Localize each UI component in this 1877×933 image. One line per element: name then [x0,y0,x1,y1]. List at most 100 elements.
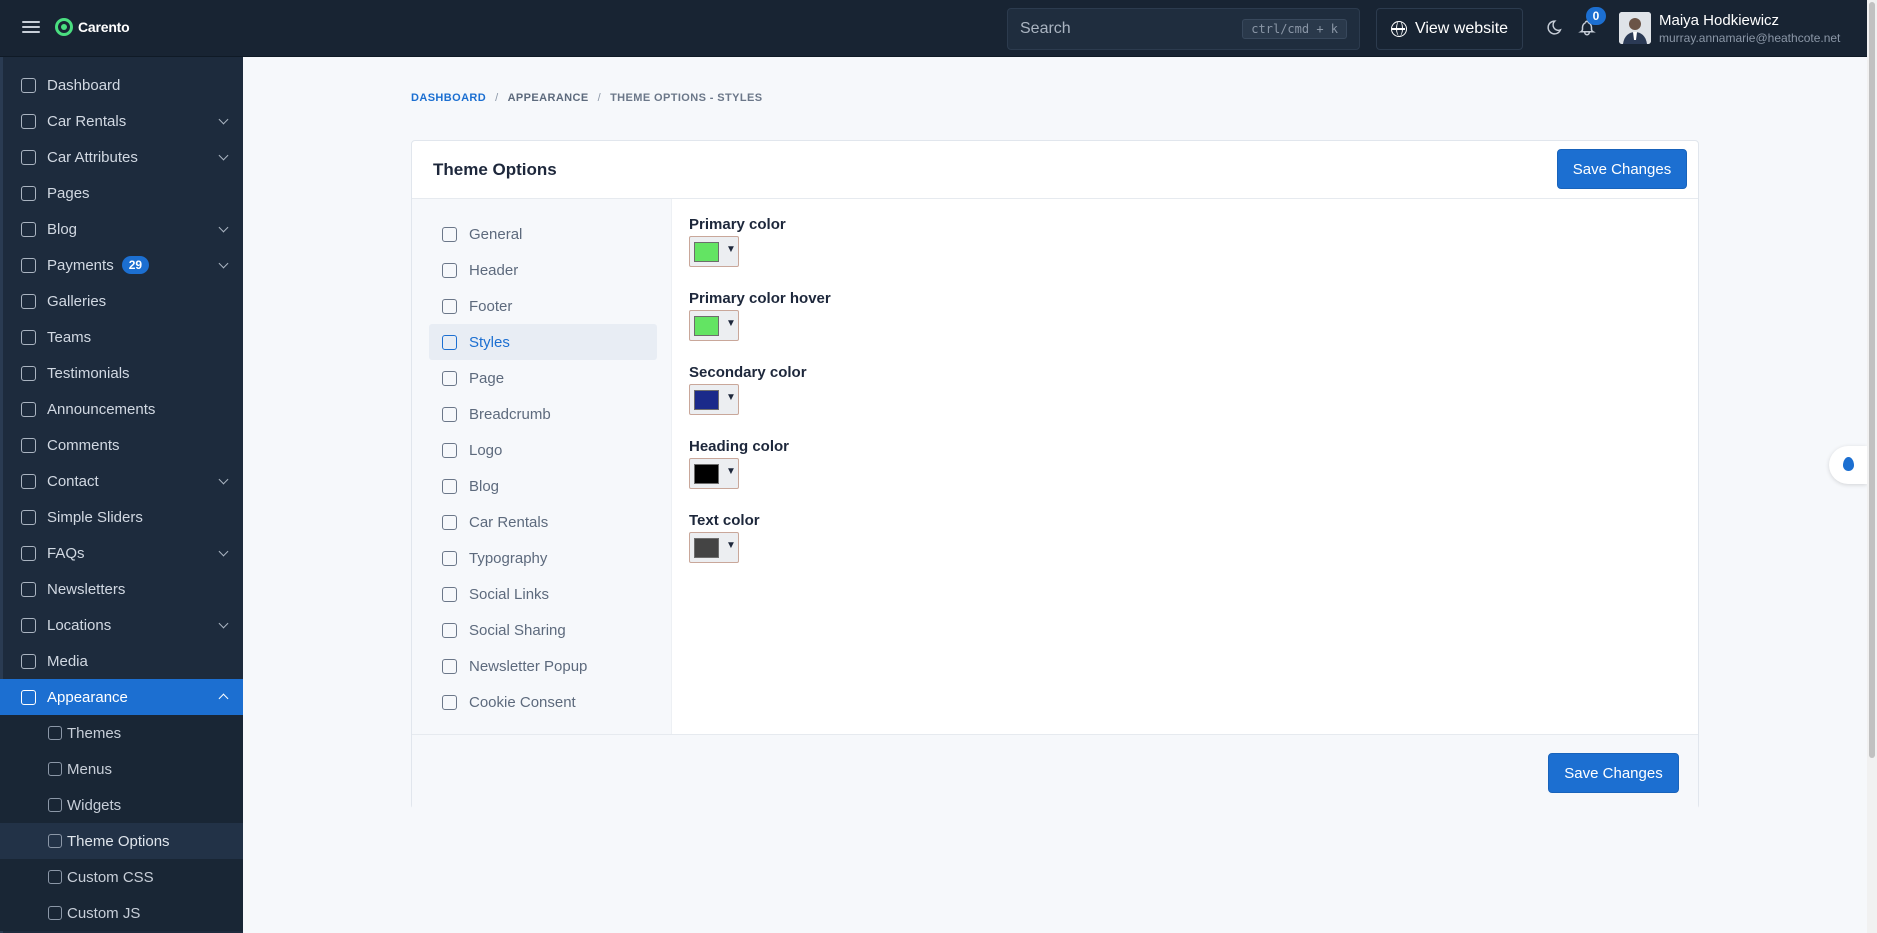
sidebar-item-dashboard[interactable]: Dashboard [0,67,243,103]
tab-header[interactable]: Header [429,252,657,288]
color-drop-icon[interactable] [1829,446,1867,484]
tab-page[interactable]: Page [429,360,657,396]
sidebar-item-blog[interactable]: Blog [0,211,243,247]
tab-label: General [469,225,523,243]
tab-typography[interactable]: Typography [429,540,657,576]
tab-cookie-consent[interactable]: Cookie Consent [429,684,657,720]
brush-icon [21,690,36,705]
chevron-down-icon[interactable] [218,258,229,269]
car-icon [21,114,36,129]
breadcrumb-separator: / [597,92,602,104]
save-changes-button-bottom[interactable]: Save Changes [1548,753,1679,793]
sidebar-item-announcements[interactable]: Announcements [0,391,243,427]
card-footer: Save Changes [412,734,1698,809]
sidebar-subitem-label: Custom JS [67,904,141,922]
sidebar-subitem-custom-css[interactable]: Custom CSS [0,859,243,895]
tab-footer[interactable]: Footer [429,288,657,324]
chevron-down-icon[interactable] [218,546,229,557]
tab-car-rentals[interactable]: Car Rentals [429,504,657,540]
home-icon [442,227,457,242]
notification-count-badge: 0 [1586,7,1606,25]
scrollbar[interactable] [1867,0,1877,933]
sidebar-item-appearance[interactable]: Appearance [0,679,243,715]
sidebar-item-label: Comments [47,436,120,454]
file-css-icon [48,870,62,884]
sidebar-item-newsletters[interactable]: Newsletters [0,571,243,607]
chevron-down-icon[interactable] [218,150,229,161]
sidebar-subitem-theme-options[interactable]: Theme Options [0,823,243,859]
sidebar-item-contact[interactable]: Contact [0,463,243,499]
tab-social-links[interactable]: Social Links [429,576,657,612]
chevron-down-icon[interactable] [218,474,229,485]
user-photo-icon [1619,12,1651,44]
tab-general[interactable]: General [429,216,657,252]
caret-down-icon: ▼ [726,540,736,551]
chevron-down-icon[interactable] [218,693,229,704]
sidebar: Dashboard Car Rentals Car Attributes Pages B… [0,57,243,933]
sidebar-item-faqs[interactable]: FAQs [0,535,243,571]
sidebar-item-label: Car Rentals [47,112,127,130]
color-picker-button[interactable]: ▼ [689,236,739,267]
view-website-button[interactable]: View website [1376,8,1523,50]
save-changes-button[interactable]: Save Changes [1557,149,1687,189]
color-field-primary-color-hover: Primary color hover ▼ [689,290,989,341]
sidebar-item-simple-sliders[interactable]: Simple Sliders [0,499,243,535]
sidebar-item-label: Galleries [47,292,107,310]
tab-newsletter-popup[interactable]: Newsletter Popup [429,648,657,684]
tab-label: Car Rentals [469,513,549,531]
breadcrumb-appearance[interactable]: APPEARANCE [508,92,589,104]
sidebar-subitem-widgets[interactable]: Widgets [0,787,243,823]
color-swatch [694,316,719,336]
tab-blog[interactable]: Blog [429,468,657,504]
sidebar-subitem-custom-js[interactable]: Custom JS [0,895,243,931]
sidebar-item-testimonials[interactable]: Testimonials [0,355,243,391]
layout-icon [48,798,62,812]
sidebar-item-comments[interactable]: Comments [0,427,243,463]
color-picker-button[interactable]: ▼ [689,310,739,341]
caret-down-icon: ▼ [726,392,736,403]
chevron-down-icon[interactable] [218,222,229,233]
tab-label: Typography [469,549,548,567]
color-picker-button[interactable]: ▼ [689,458,739,489]
sidebar-item-label: Testimonials [47,364,130,382]
moon-icon[interactable] [1546,19,1563,36]
sidebar-item-car-attributes[interactable]: Car Attributes [0,139,243,175]
sidebar-subitem-menus[interactable]: Menus [0,751,243,787]
color-picker-button[interactable]: ▼ [689,532,739,563]
chevron-down-icon[interactable] [218,618,229,629]
avatar[interactable] [1619,12,1651,44]
sidebar-item-label: Announcements [47,400,156,418]
cookie-icon [442,695,457,710]
color-picker-button[interactable]: ▼ [689,384,739,415]
theme-options-tabs: General Header Footer Styles Page Breadcrumb L… [412,199,672,734]
scrollbar-thumb[interactable] [1869,2,1875,758]
user-email: murray.annamarie@heathcote.net [1659,31,1841,45]
sidebar-item-galleries[interactable]: Galleries [0,283,243,319]
sidebar-subitem-themes[interactable]: Themes [0,715,243,751]
tab-social-sharing[interactable]: Social Sharing [429,612,657,648]
sidebar-item-pages[interactable]: Pages [0,175,243,211]
payments-count-badge: 29 [121,256,150,274]
breadcrumb-dashboard[interactable]: DASHBOARD [411,92,486,104]
tab-logo[interactable]: Logo [429,432,657,468]
sidebar-item-teams[interactable]: Teams [0,319,243,355]
search-input[interactable] [1020,20,1243,38]
tab-breadcrumb[interactable]: Breadcrumb [429,396,657,432]
sidebar-item-locations[interactable]: Locations [0,607,243,643]
menu-toggle-icon[interactable] [22,18,40,38]
logo[interactable]: Carento [55,18,130,36]
sidebar-item-media[interactable]: Media [0,643,243,679]
tab-styles[interactable]: Styles [429,324,657,360]
user-name[interactable]: Maiya Hodkiewicz [1659,12,1779,29]
car-icon [442,515,457,530]
sidebar-item-payments[interactable]: Payments 29 [0,247,243,283]
color-field-text-color: Text color ▼ [689,512,989,563]
tab-label: Footer [469,297,513,315]
chevron-down-icon[interactable] [218,114,229,125]
search-box[interactable]: ctrl/cmd + k [1007,8,1360,50]
field-label: Secondary color [689,364,807,381]
sidebar-subitem-label: Theme Options [67,832,170,850]
palette-icon [48,726,62,740]
sidebar-item-car-rentals[interactable]: Car Rentals [0,103,243,139]
file-js-icon [48,906,62,920]
